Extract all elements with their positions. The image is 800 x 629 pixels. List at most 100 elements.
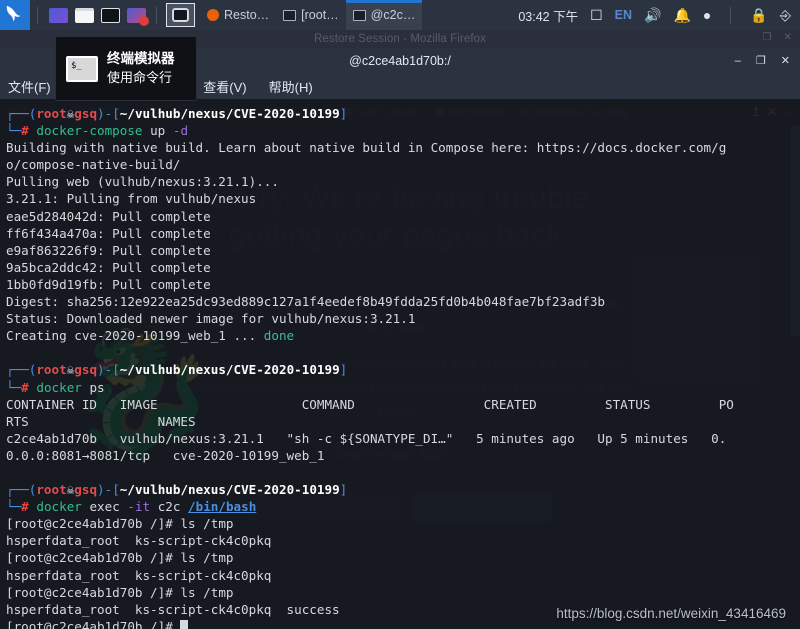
- power-icon[interactable]: ●: [703, 8, 711, 22]
- output-line-digest: Digest: sha256:12e922ea25dc93ed889c127a1…: [6, 294, 605, 310]
- output-line: 9a5bca2ddc42: Pull complete: [6, 259, 211, 275]
- docker-ps-header: CONTAINER ID IMAGE COMMAND CREATED STATU…: [6, 396, 734, 412]
- output-line: eae5d284042d: Pull complete: [6, 208, 211, 224]
- terminal-close-button[interactable]: ✕: [781, 54, 790, 67]
- terminal-window-controls: – ❐ ✕: [735, 48, 790, 73]
- container-command: ls /tmp: [180, 550, 234, 566]
- prompt-user: root: [36, 362, 67, 378]
- bell-icon[interactable]: 🔔: [673, 8, 690, 22]
- firefox-maximize-button[interactable]: ❐: [762, 32, 771, 43]
- taskbar-window-container-terminal[interactable]: @c2c…: [345, 0, 423, 30]
- firefox-icon: [207, 9, 219, 21]
- terminal-window: @c2ce4ab1d70b:/ – ❐ ✕ 文件(F) 动作(A) 编辑(E) …: [0, 48, 800, 629]
- tooltip-title: 终端模拟器: [107, 51, 175, 67]
- keyboard-layout-indicator[interactable]: EN: [615, 8, 632, 22]
- prompt-hash: #: [21, 123, 29, 139]
- container-prompt: [root@c2ce4ab1d70b /]#: [6, 550, 173, 566]
- command-name: docker: [36, 379, 82, 395]
- container-prompt: [root@c2ce4ab1d70b /]#: [6, 618, 173, 629]
- shell-prompt-line: ┌──(root☠gsq)-[~/vulhub/nexus/CVE-2020-1…: [6, 362, 348, 378]
- prompt-branch-top: ┌──: [6, 362, 29, 378]
- command-flag: -d: [172, 123, 189, 139]
- container-prompt: [root@c2ce4ab1d70b /]#: [6, 584, 173, 600]
- command-flag: -it: [127, 499, 151, 515]
- prompt-branch-bottom: └─: [6, 123, 22, 139]
- display-icon[interactable]: ☐: [590, 8, 603, 22]
- taskbar-window-root-terminal[interactable]: [root…: [276, 0, 346, 30]
- container-prompt-line: [root@c2ce4ab1d70b /]# ls /tmp: [6, 584, 794, 601]
- terminal-maximize-button[interactable]: ❐: [756, 54, 766, 67]
- command-mid: exec: [81, 499, 128, 515]
- container-output: hsperfdata_root ks-script-ck4c0pkq: [6, 567, 272, 583]
- clock[interactable]: 03:42 下午: [518, 6, 578, 25]
- prompt-cwd: ~/vulhub/nexus/CVE-2020-10199: [119, 482, 340, 498]
- tooltip-subtitle: 使用命令行: [107, 69, 173, 85]
- prompt-cwd: ~/vulhub/nexus/CVE-2020-10199: [119, 362, 340, 378]
- shell-command-line: └─# docker-compose up -d: [6, 122, 794, 139]
- docker-ps-row-wrap: 0.0.0:8081→8081/tcp cve-2020-10199_web_1: [6, 447, 325, 463]
- terminal-output-area[interactable]: ┌──(root☠gsq)-[~/vulhub/nexus/CVE-2020-1…: [0, 99, 800, 629]
- launcher-terminal[interactable]: [97, 0, 123, 30]
- taskbar-window-label: Resto…: [224, 8, 270, 22]
- kali-dragon-logo[interactable]: [0, 0, 30, 30]
- output-line: o/compose-native-build/: [6, 157, 181, 173]
- separator: [730, 6, 732, 24]
- container-output: hsperfdata_root ks-script-ck4c0pkq: [6, 533, 272, 549]
- container-prompt-line: [root@c2ce4ab1d70b /]# ls /tmp: [6, 515, 794, 532]
- launcher-terminal-active[interactable]: [166, 3, 195, 27]
- output-line: Building with native build. Learn about …: [6, 140, 727, 156]
- terminal-icon: [172, 8, 189, 22]
- prompt-user: root: [36, 106, 67, 121]
- creating-text: Creating cve-2020-10199_web_1 ...: [6, 328, 264, 344]
- launcher-file-manager[interactable]: [71, 0, 97, 30]
- menu-view[interactable]: 查看(V): [203, 77, 246, 96]
- command-args: ps: [81, 379, 105, 395]
- taskbar-window-label: [root…: [301, 8, 339, 22]
- firefox-close-button[interactable]: ✕: [784, 32, 792, 43]
- command-path: /bin/bash: [188, 499, 257, 515]
- prompt-cwd: ~/vulhub/nexus/CVE-2020-10199: [119, 106, 340, 121]
- menu-file[interactable]: 文件(F): [8, 77, 51, 96]
- terminal-icon: [352, 9, 366, 21]
- launcher-app-finder[interactable]: [45, 0, 71, 30]
- prompt-user: root: [36, 482, 67, 498]
- menu-help[interactable]: 帮助(H): [269, 77, 313, 96]
- prompt-host: gsq: [74, 362, 98, 378]
- shell-command-line: └─# docker exec -it c2c /bin/bash: [6, 498, 794, 515]
- container-command: ls /tmp: [180, 584, 234, 600]
- output-line-status: Status: Downloaded newer image for vulhu…: [6, 311, 416, 327]
- container-prompt: [root@c2ce4ab1d70b /]#: [6, 516, 173, 532]
- terminal-icon: [283, 9, 297, 21]
- terminal-icon: [66, 55, 98, 82]
- launcher-screen-recorder[interactable]: [123, 0, 149, 30]
- text-cursor: [180, 619, 188, 629]
- taskbar-window-firefox[interactable]: Resto…: [200, 0, 276, 30]
- volume-icon[interactable]: 🔊: [644, 8, 661, 22]
- taskbar-window-label: @c2c…: [370, 8, 416, 22]
- output-line: Pulling web (vulhub/nexus:3.21.1)...: [6, 174, 279, 190]
- terminal-minimize-button[interactable]: –: [735, 55, 741, 67]
- taskbar: Resto… [root… @c2c… 03:42 下午 ☐ EN 🔊 🔔 ● …: [0, 0, 800, 30]
- screen-record-icon: [126, 7, 149, 26]
- docker-ps-row: c2ce4ab1d70b vulhub/nexus:3.21.1 "sh -c …: [6, 430, 727, 446]
- container-prompt-line: [root@c2ce4ab1d70b /]# ls /tmp: [6, 549, 794, 566]
- separator: [156, 6, 157, 24]
- prompt-branch-top: ┌──: [6, 106, 29, 121]
- output-line: e9af863226f9: Pull complete: [6, 242, 211, 258]
- prompt-branch-bottom: └─: [6, 499, 22, 515]
- taskbar-status-area: 03:42 下午 ☐ EN 🔊 🔔 ● 🔒 ⎆: [518, 6, 800, 25]
- docker-ps-header-wrap: RTS NAMES: [6, 413, 196, 429]
- taskbar-window-list: Resto… [root… @c2c…: [200, 0, 423, 30]
- creating-status: done: [263, 328, 295, 344]
- taskbar-tooltip: 终端模拟器 使用命令行: [55, 36, 197, 101]
- prompt-host: gsq: [74, 106, 98, 121]
- terminal-title: @c2ce4ab1d70b:/: [349, 53, 451, 68]
- dragon-glyph: [6, 5, 21, 22]
- terminal-icon: [100, 7, 120, 23]
- lock-icon[interactable]: 🔒: [750, 8, 767, 22]
- output-line: 3.21.1: Pulling from vulhub/nexus: [6, 191, 257, 207]
- command-args: up: [142, 123, 173, 139]
- logout-icon[interactable]: ⎆: [780, 8, 791, 22]
- output-line: 1bb0fd9d19fb: Pull complete: [6, 276, 211, 292]
- command-name: docker-compose: [36, 123, 143, 139]
